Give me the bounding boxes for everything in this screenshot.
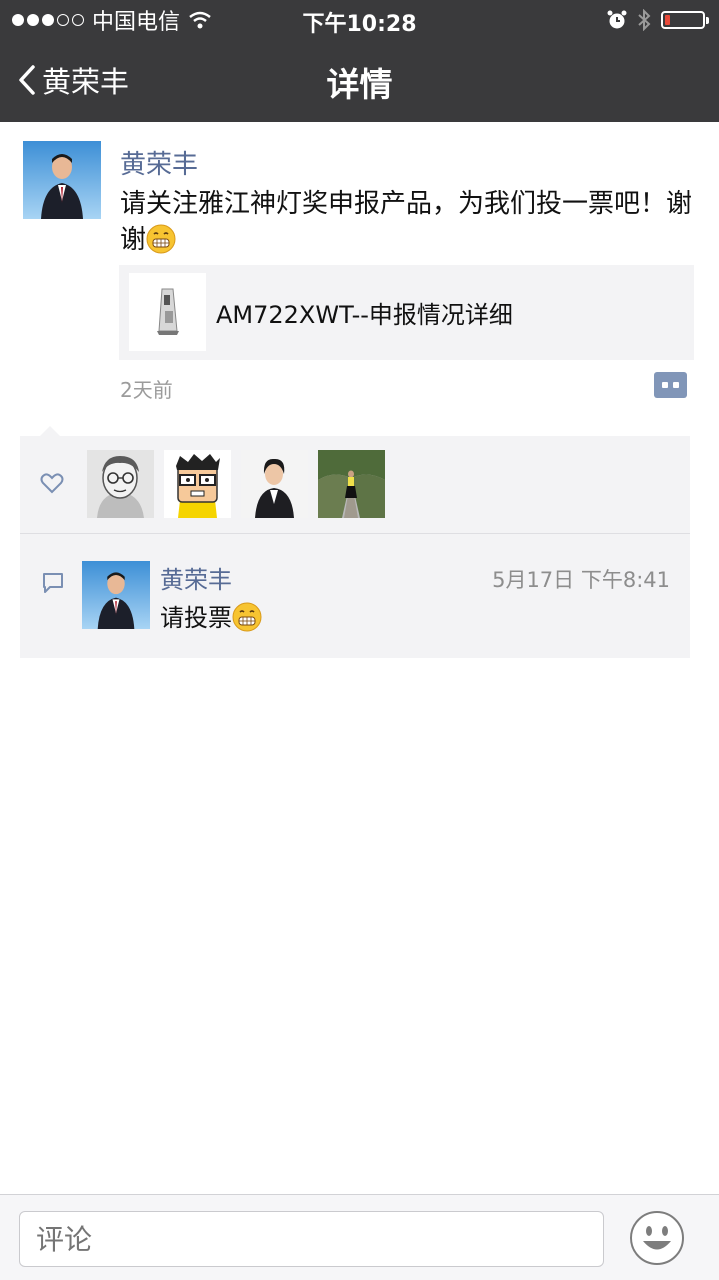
status-bar: 中国电信 下午10:28	[0, 0, 719, 40]
comment-text: 请投票	[160, 598, 262, 633]
nav-bar: 黄荣丰 详情	[0, 40, 719, 122]
liker-avatar[interactable]	[164, 450, 231, 518]
post-text: 请关注雅江神灯奖申报产品，为我们投一票吧！谢谢	[120, 186, 700, 258]
bluetooth-icon	[638, 9, 651, 31]
grin-emoji-icon	[232, 602, 262, 632]
liker-avatar[interactable]	[87, 450, 154, 518]
commenter-name[interactable]: 黄荣丰	[160, 560, 232, 595]
author-avatar[interactable]	[23, 141, 101, 219]
grin-emoji-icon	[146, 224, 176, 254]
liker-avatar[interactable]	[241, 450, 308, 518]
post-timestamp: 2天前	[120, 378, 173, 402]
smiley-face-icon[interactable]	[629, 1210, 685, 1266]
post-author[interactable]: 黄荣丰	[120, 144, 198, 181]
comment-text-content: 请投票	[160, 604, 232, 632]
comment-timestamp: 5月17日 下午8:41	[492, 568, 670, 592]
heart-outline-icon	[40, 473, 64, 494]
link-title: AM722XWT--申报情况详细	[216, 301, 513, 329]
panel-divider	[20, 533, 690, 534]
comment-bubble-icon	[43, 573, 63, 593]
top-bar: 中国电信 下午10:28 黄荣丰 详情	[0, 0, 719, 122]
liker-avatar[interactable]	[318, 450, 385, 518]
commenter-avatar[interactable]	[82, 561, 150, 629]
alarm-icon	[607, 10, 627, 29]
status-right	[607, 6, 709, 34]
comment-input[interactable]	[19, 1211, 604, 1267]
comment-action-button[interactable]	[654, 372, 687, 398]
likers-list	[87, 450, 385, 518]
shared-link-card[interactable]: AM722XWT--申报情况详细	[119, 265, 694, 360]
likes-comments-panel: 黄荣丰 5月17日 下午8:41 请投票	[20, 426, 690, 658]
battery-icon	[661, 11, 709, 29]
link-thumbnail	[129, 273, 206, 351]
comment-bar	[0, 1194, 719, 1280]
post-text-content: 请关注雅江神灯奖申报产品，为我们投一票吧！谢谢	[120, 189, 693, 255]
page-title: 详情	[326, 65, 393, 104]
